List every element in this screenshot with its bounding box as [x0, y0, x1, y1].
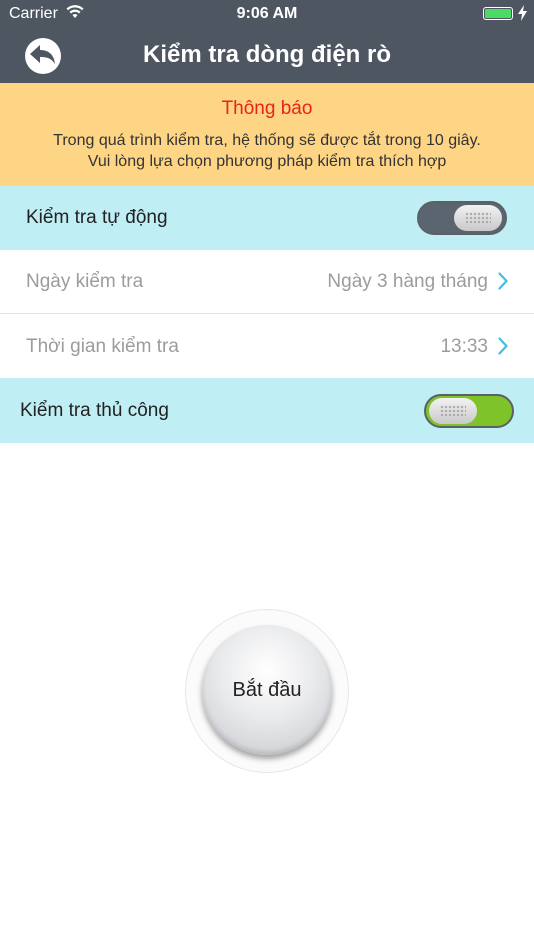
auto-test-label: Kiểm tra tự động	[26, 207, 168, 228]
notice-text-line-2: Vui lòng lựa chọn phương pháp kiểm tra t…	[87, 153, 447, 170]
test-time-row[interactable]: Thời gian kiểm tra 13:33	[0, 315, 534, 379]
battery-icon	[483, 7, 513, 20]
manual-test-row: Kiểm tra thủ công	[0, 379, 534, 443]
test-day-value: Ngày 3 hàng tháng	[327, 271, 488, 292]
charging-bolt-icon	[518, 5, 527, 21]
test-time-value: 13:33	[440, 336, 488, 357]
auto-test-row: Kiểm tra tự động	[0, 186, 534, 250]
notice-title: Thông báo	[221, 98, 313, 119]
notice-banner: Thông báo Trong quá trình kiểm tra, hệ t…	[0, 83, 534, 186]
nav-bar: Kiểm tra dòng điện rò	[0, 28, 534, 83]
page-title: Kiểm tra dòng điện rò	[142, 41, 391, 68]
test-day-row[interactable]: Ngày kiểm tra Ngày 3 hàng tháng	[0, 250, 534, 314]
chevron-right-icon	[498, 272, 508, 290]
test-day-label: Ngày kiểm tra	[26, 271, 144, 292]
clock: 9:06 AM	[236, 5, 298, 22]
auto-test-toggle[interactable]	[417, 201, 507, 235]
manual-test-toggle[interactable]	[424, 394, 514, 428]
notice-text-line-1: Trong quá trình kiểm tra, hệ thống sẽ đư…	[53, 132, 481, 149]
start-button[interactable]: Bắt đầu	[202, 625, 332, 755]
status-bar: Carrier 9:06 AM	[0, 0, 534, 28]
toggle-knob	[454, 205, 502, 231]
chevron-right-icon	[498, 337, 508, 355]
manual-test-label: Kiểm tra thủ công	[20, 400, 169, 421]
toggle-knob	[429, 398, 477, 424]
test-time-label: Thời gian kiểm tra	[26, 336, 179, 357]
